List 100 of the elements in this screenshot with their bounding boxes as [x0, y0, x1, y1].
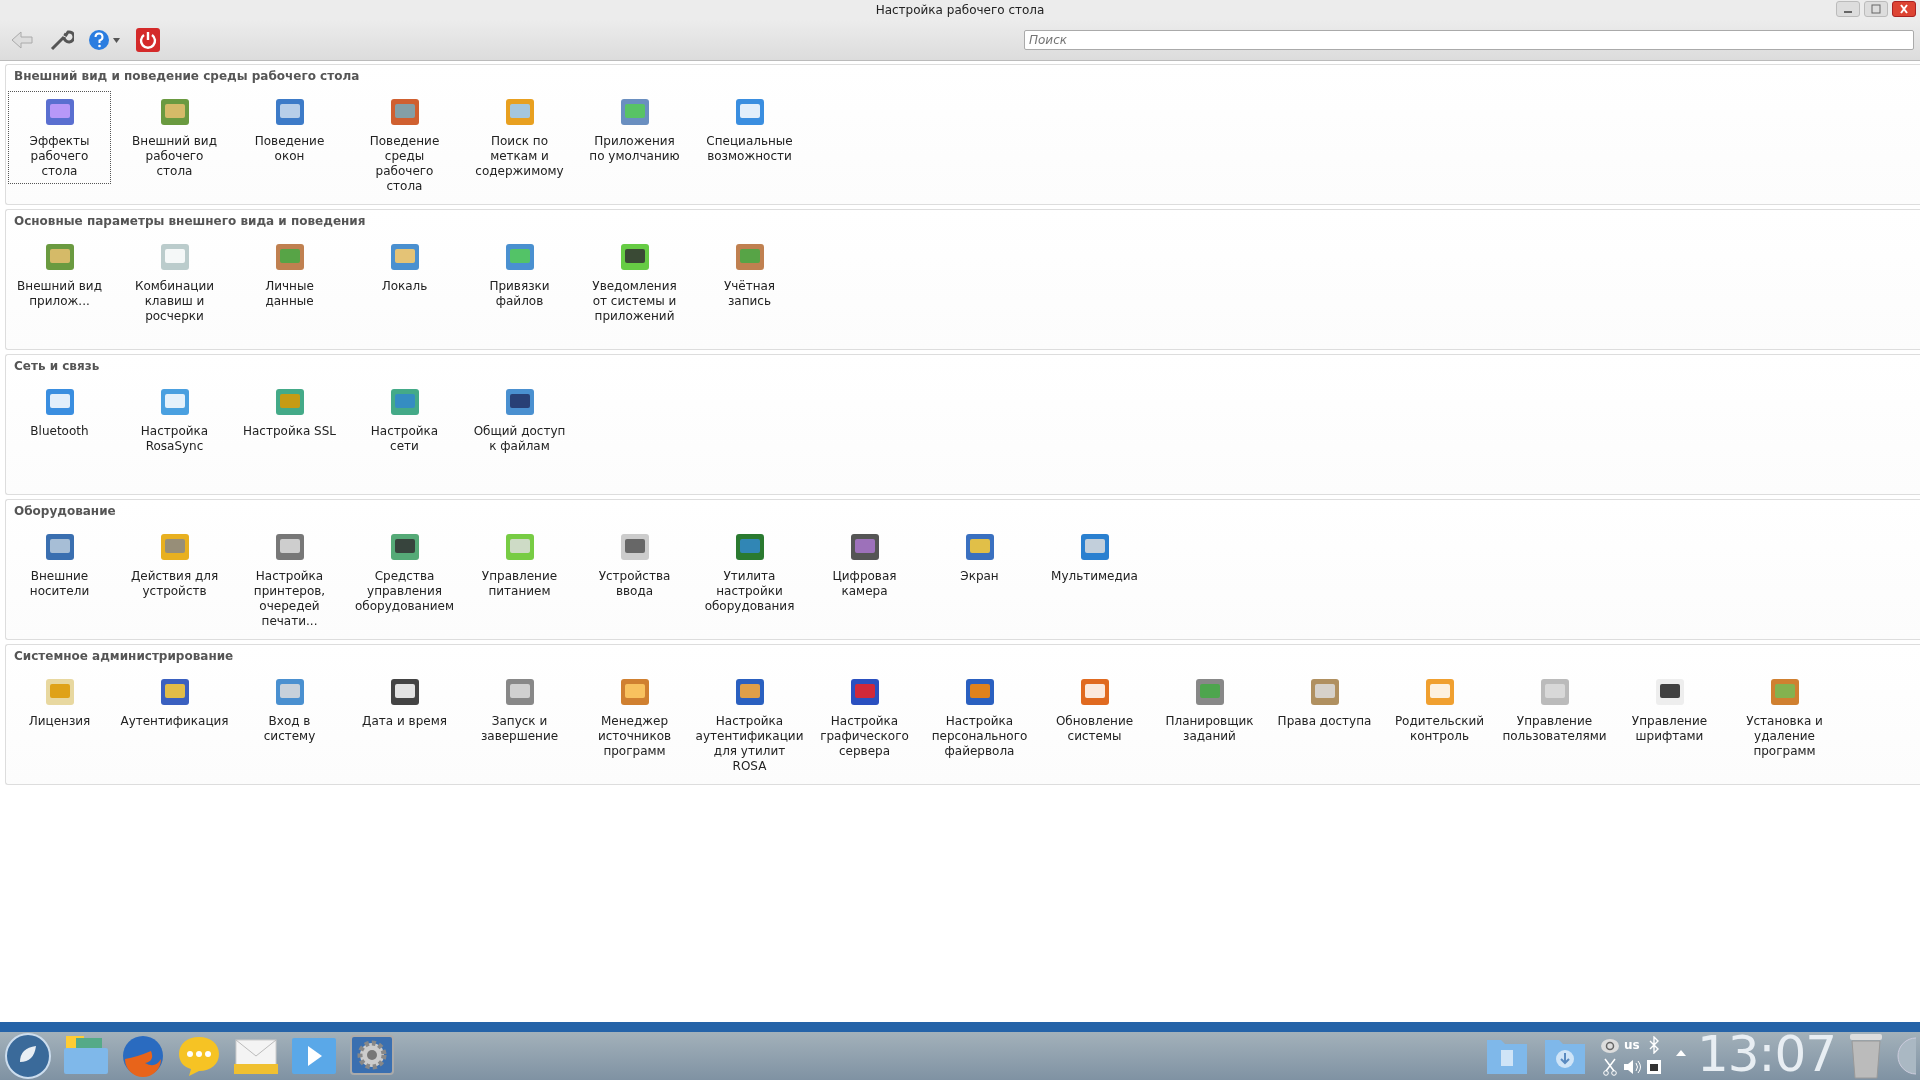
settings-module-item[interactable]: Запуск и завершение — [468, 671, 571, 749]
module-icon — [503, 386, 536, 418]
module-icon — [1423, 676, 1456, 708]
module-icon — [158, 676, 191, 708]
module-icon — [1653, 676, 1686, 708]
sync-icon[interactable] — [1599, 1036, 1620, 1054]
module-icon — [43, 96, 76, 128]
module-icon — [388, 386, 421, 418]
settings-module-item[interactable]: Личные данные — [238, 236, 341, 314]
close-icon[interactable] — [1892, 1, 1916, 17]
launcher-icon[interactable] — [4, 1032, 52, 1080]
settings-module-item[interactable]: Установка и удаление программ — [1733, 671, 1836, 764]
settings-module-item[interactable]: Средства управления оборудованием — [353, 526, 456, 619]
expand-tray-icon[interactable] — [1674, 1048, 1687, 1058]
module-icon — [1538, 676, 1571, 708]
module-icon — [848, 676, 881, 708]
wrench-icon[interactable] — [48, 28, 74, 52]
settings-module-item[interactable]: Поведение среды рабочего стола — [353, 91, 456, 199]
settings-module-item[interactable]: Родительский контроль — [1388, 671, 1491, 749]
section-title: Основные параметры внешнего вида и поведения — [14, 214, 367, 228]
module-icon — [618, 676, 651, 708]
chat-icon[interactable] — [176, 1034, 222, 1078]
settings-module-item[interactable]: Поведение окон — [238, 91, 341, 169]
minimize-icon[interactable] — [1836, 1, 1860, 17]
back-icon[interactable] — [10, 29, 34, 51]
section-title: Сеть и связь — [14, 359, 101, 373]
section-title: Оборудование — [14, 504, 117, 518]
module-icon — [273, 241, 306, 273]
module-icon — [618, 241, 651, 273]
settings-module-item[interactable]: Внешний вид прилож... — [8, 236, 111, 314]
module-icon — [503, 531, 536, 563]
settings-module-item[interactable]: Права доступа — [1273, 671, 1376, 734]
settings-module-item[interactable]: Цифровая камера — [813, 526, 916, 604]
settings-module-item[interactable]: Учётная запись — [698, 236, 801, 314]
settings-module-item[interactable]: Настройка RosaSync — [123, 381, 226, 459]
network-icon[interactable] — [1645, 1058, 1662, 1076]
settings-module-item[interactable]: Приложения по умолчанию — [583, 91, 686, 169]
settings-module-item[interactable]: Настройка аутентификации для утилит ROSA — [698, 671, 801, 779]
module-icon — [158, 531, 191, 563]
module-icon — [848, 531, 881, 563]
settings-module-item[interactable]: Вход в систему — [238, 671, 341, 749]
module-icon — [43, 676, 76, 708]
module-icon — [618, 531, 651, 563]
settings-module-item[interactable]: Настройка SSL — [238, 381, 341, 444]
module-icon — [1308, 676, 1341, 708]
module-icon — [1078, 531, 1111, 563]
module-icon — [273, 386, 306, 418]
settings-module-item[interactable]: Планировщик заданий — [1158, 671, 1261, 749]
module-icon — [733, 241, 766, 273]
settings-module-item[interactable]: Управление питанием — [468, 526, 571, 604]
module-icon — [273, 531, 306, 563]
settings-module-item[interactable]: Локаль — [353, 236, 456, 299]
search-field[interactable]: Поиск — [1024, 30, 1914, 50]
scissors-icon[interactable] — [1601, 1058, 1618, 1076]
settings-module-item[interactable]: Уведомления от системы и приложений — [583, 236, 686, 329]
module-icon — [503, 96, 536, 128]
settings-module-item[interactable]: Утилита настройки оборудования — [698, 526, 801, 619]
settings-module-item[interactable]: Общий доступ к файлам — [468, 381, 571, 459]
settings-module-item[interactable]: Управление пользователями — [1503, 671, 1606, 749]
settings-module-item[interactable]: Настройка графического сервера — [813, 671, 916, 764]
module-icon — [388, 96, 421, 128]
settings-module-item[interactable]: Настройка принтеров, очередей печати... — [238, 526, 341, 634]
settings-module-item[interactable]: Поиск по меткам и содержимому — [468, 91, 571, 184]
browser-icon[interactable] — [120, 1033, 166, 1079]
settings-module-item[interactable]: Настройка сети — [353, 381, 456, 459]
settings-module-item[interactable]: Внешние носители — [8, 526, 111, 604]
settings-module-item[interactable]: Дата и время — [353, 671, 456, 734]
module-icon — [43, 386, 76, 418]
module-icon — [503, 676, 536, 708]
module-icon — [618, 96, 651, 128]
settings-module-item[interactable]: Эффекты рабочего стола — [8, 91, 111, 184]
module-icon — [733, 676, 766, 708]
section-title: Системное администрирование — [14, 649, 235, 663]
settings-module-item[interactable]: Привязки файлов — [468, 236, 571, 314]
module-icon — [388, 241, 421, 273]
settings-module-item[interactable]: Обновление системы — [1043, 671, 1146, 749]
settings-module-item[interactable]: Устройства ввода — [583, 526, 686, 604]
settings-module-item[interactable]: Менеджер источников программ — [583, 671, 686, 764]
module-icon — [963, 531, 996, 563]
settings-module-item[interactable]: Bluetooth — [8, 381, 111, 444]
settings-module-item[interactable]: Управление шрифтами — [1618, 671, 1721, 749]
power-icon[interactable] — [136, 28, 160, 52]
section-title: Внешний вид и поведение среды рабочего стола — [14, 69, 361, 83]
module-icon — [733, 96, 766, 128]
settings-module-item[interactable]: Комбинации клавиш и росчерки — [123, 236, 226, 329]
settings-module-item[interactable]: Специальные возможности — [698, 91, 801, 169]
module-icon — [43, 241, 76, 273]
settings-module-item[interactable]: Настройка персонального файервола — [928, 671, 1031, 764]
settings-module-item[interactable]: Лицензия — [8, 671, 111, 734]
module-icon — [158, 386, 191, 418]
settings-module-item[interactable]: Мультимедиа — [1043, 526, 1146, 589]
module-icon — [43, 531, 76, 563]
settings-module-item[interactable]: Экран — [928, 526, 1031, 589]
module-icon — [503, 241, 536, 273]
help-icon[interactable] — [88, 29, 122, 51]
module-icon — [158, 96, 191, 128]
settings-module-item[interactable]: Внешний вид рабочего стола — [123, 91, 226, 184]
module-icon — [388, 676, 421, 708]
settings-module-item[interactable]: Действия для устройств — [123, 526, 226, 604]
module-icon — [388, 531, 421, 563]
